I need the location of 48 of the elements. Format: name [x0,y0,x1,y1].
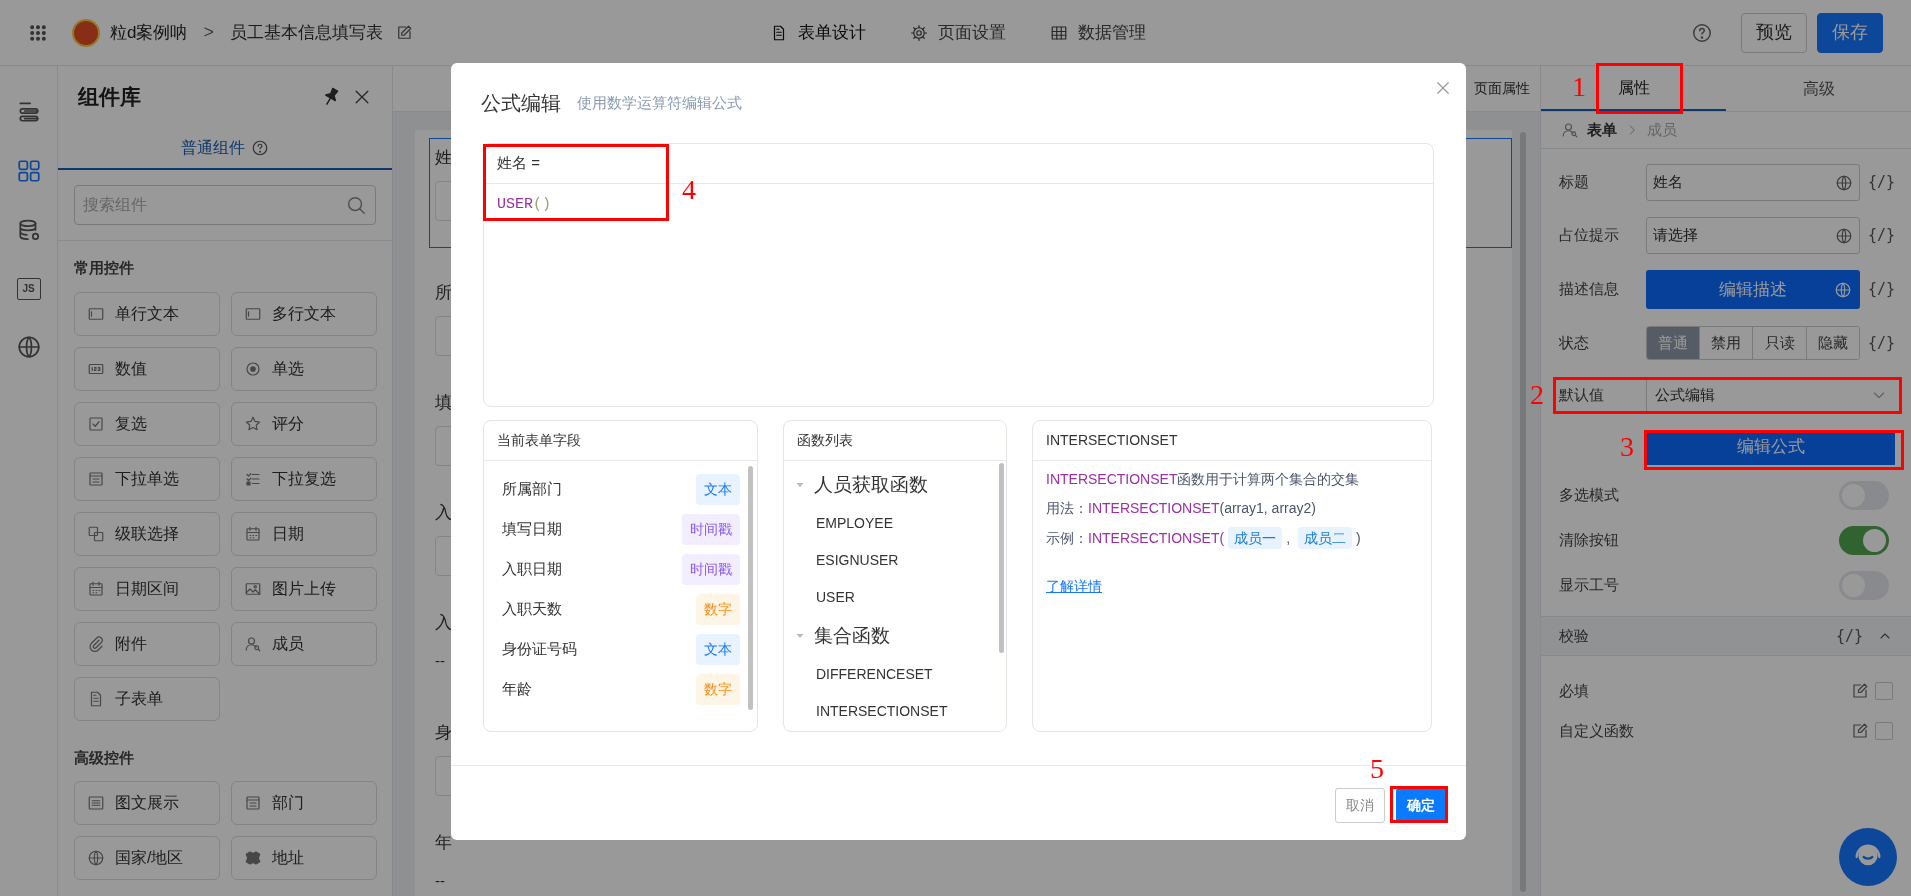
field-label: 填 [435,392,452,414]
field-value: -- [435,871,446,891]
step-number: 5 [1370,752,1384,786]
property-label: 多选模式 [1558,485,1620,506]
breadcrumb-separator: > [203,21,214,44]
panel-title: INTERSECTIONSET [1033,421,1431,461]
field-label: 年 [435,832,452,854]
dialog-subtitle: 使用数学运算符编辑公式 [577,92,742,113]
type-tag: 文本 [696,634,740,665]
property-label: 显示工号 [1558,575,1620,596]
type-tag: 时间戳 [682,554,740,585]
function-usage: 用法：INTERSECTIONSET(array1, array2) [1046,499,1317,518]
section-title: 高级控件 [74,747,135,768]
member-tag: 成员一 [1228,527,1283,549]
property-label: 占位提示 [1558,225,1620,246]
rule-label: 必填 [1559,680,1590,701]
field-label: 所 [435,282,452,304]
property-label: 状态 [1558,332,1590,353]
rule-label: 自定义函数 [1559,720,1635,741]
property-label: 默认值 [1558,384,1605,405]
field-value: -- [435,651,446,671]
property-label: 标题 [1558,172,1590,193]
panel-title: 函数列表 [784,421,1006,461]
separator-text: , [1286,528,1290,548]
type-tag: 文本 [696,474,740,505]
dialog-title: 公式编辑 [481,91,561,116]
example-close: ) [1356,528,1361,548]
example-function: INTERSECTIONSET( [1088,528,1225,548]
step-number: 3 [1620,430,1634,464]
step-number: 2 [1530,378,1544,412]
property-label: 描述信息 [1558,279,1620,300]
section-title: 常用控件 [74,258,135,278]
field-label: 姓 [435,147,452,169]
type-tag: 时间戳 [682,514,740,545]
field-label: 入 [435,502,452,524]
type-tag: 数字 [696,594,740,625]
member-tag: 成员二 [1298,527,1352,549]
type-tag: 数字 [696,674,740,705]
function-description: INTERSECTIONSET函数用于计算两个集合的交集 [1046,470,1361,489]
form-title: 员工基本信息填写表 [230,21,383,44]
example-label: 示例： [1046,528,1088,548]
property-label: 清除按钮 [1558,530,1620,551]
formula-code: USER() [497,195,552,215]
panel-title: 组件库 [78,84,141,111]
step-number: 1 [1572,70,1586,104]
field-label: 入 [435,612,452,634]
field-label: 身 [435,722,452,744]
panel-title: 当前表单字段 [484,421,757,461]
